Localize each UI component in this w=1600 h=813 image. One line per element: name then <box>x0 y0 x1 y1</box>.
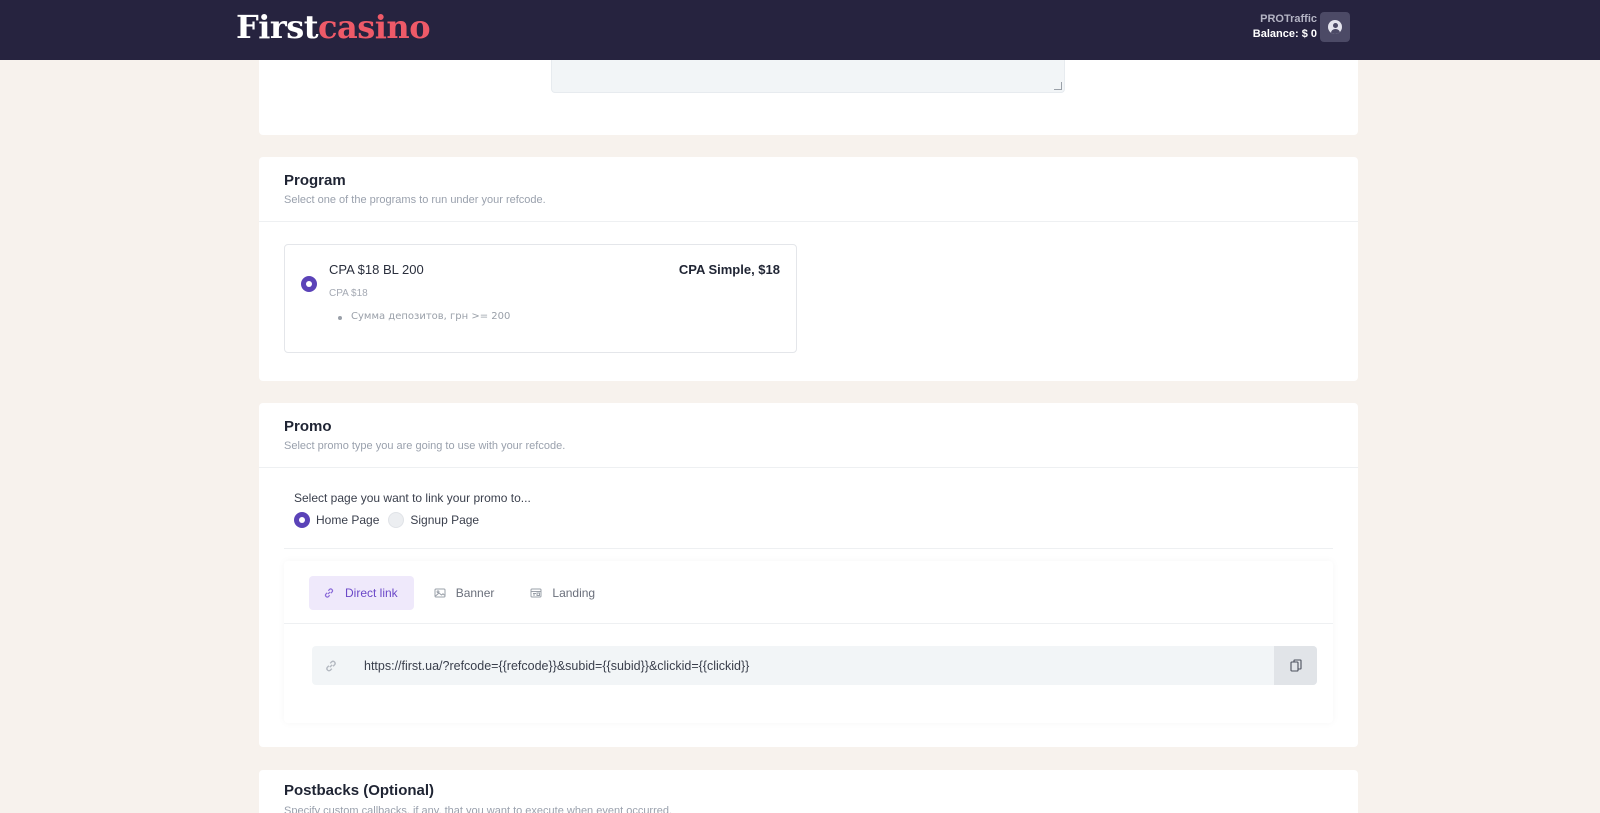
account-balance: Balance: $ 0 <box>1252 28 1317 40</box>
image-icon <box>434 588 446 598</box>
tab-landing-label: Landing <box>552 586 596 600</box>
promo-page-label: Select page you want to link your promo … <box>294 491 531 505</box>
copy-link-button[interactable] <box>1274 646 1317 685</box>
program-subtitle: Select one of the programs to run under … <box>284 194 546 206</box>
program-cpa: CPA $18 <box>329 288 368 299</box>
tab-direct-link[interactable]: Direct link <box>309 576 414 610</box>
home-page-option[interactable]: Home Page <box>294 512 379 528</box>
top-nav-bar: First casino PROTraffic Balance: $ 0 <box>0 0 1600 60</box>
tab-banner[interactable]: Banner <box>420 576 511 610</box>
program-card: Program Select one of the programs to ru… <box>259 157 1358 381</box>
account-summary: PROTraffic Balance: $ 0 <box>1253 12 1317 42</box>
user-menu-button[interactable] <box>1320 12 1350 42</box>
tab-landing[interactable]: Landing <box>516 576 611 610</box>
home-page-label: Home Page <box>316 513 380 527</box>
signup-page-label: Signup Page <box>410 513 480 527</box>
promo-page-radios: Home Page Signup Page <box>294 512 488 528</box>
tab-direct-link-label: Direct link <box>345 586 398 600</box>
divider <box>284 548 1333 549</box>
direct-link-url[interactable]: https://first.ua/?refcode={{refcode}}&su… <box>364 659 1274 673</box>
promo-type-tabs: Direct link Banner Landing <box>309 576 617 610</box>
link-icon <box>324 588 334 598</box>
signup-page-option[interactable]: Signup Page <box>388 512 479 528</box>
link-icon <box>326 660 336 671</box>
firstcasino-logo[interactable]: First casino <box>236 8 431 50</box>
postbacks-subtitle: Specify custom callbacks, if any, that y… <box>284 805 673 813</box>
user-icon <box>1328 20 1342 34</box>
program-type: CPA Simple, $18 <box>678 262 780 277</box>
tab-banner-label: Banner <box>455 586 495 600</box>
program-title: Program <box>284 172 346 189</box>
resize-handle-icon[interactable] <box>1054 82 1062 90</box>
logo-first: First <box>236 8 319 46</box>
direct-link-field[interactable]: https://first.ua/?refcode={{refcode}}&su… <box>312 646 1317 685</box>
program-option[interactable]: CPA $18 BL 200 CPA Simple, $18 CPA $18 С… <box>284 244 797 353</box>
home-page-radio[interactable] <box>294 512 310 528</box>
signup-page-radio[interactable] <box>388 512 405 528</box>
promo-title: Promo <box>284 418 332 435</box>
program-name: CPA $18 BL 200 <box>329 262 424 277</box>
copy-icon <box>1289 659 1302 672</box>
logo-casino: casino <box>318 8 431 46</box>
program-card-header: Program Select one of the programs to ru… <box>259 157 1358 222</box>
landing-icon <box>530 588 542 598</box>
account-name: PROTraffic <box>1260 13 1317 25</box>
divider <box>284 623 1333 624</box>
promo-card-header: Promo Select promo type you are going to… <box>259 403 1358 468</box>
promo-type-panel: Direct link Banner Landing https://first… <box>284 561 1333 723</box>
postbacks-title: Postbacks (Optional) <box>284 782 435 799</box>
postbacks-card: Postbacks (Optional) Specify custom call… <box>259 770 1358 813</box>
program-condition: Сумма депозитов, грн >= 200 <box>337 311 511 322</box>
program-radio[interactable] <box>301 276 317 292</box>
promo-subtitle: Select promo type you are going to use w… <box>284 440 566 452</box>
promo-card: Promo Select promo type you are going to… <box>259 403 1358 747</box>
